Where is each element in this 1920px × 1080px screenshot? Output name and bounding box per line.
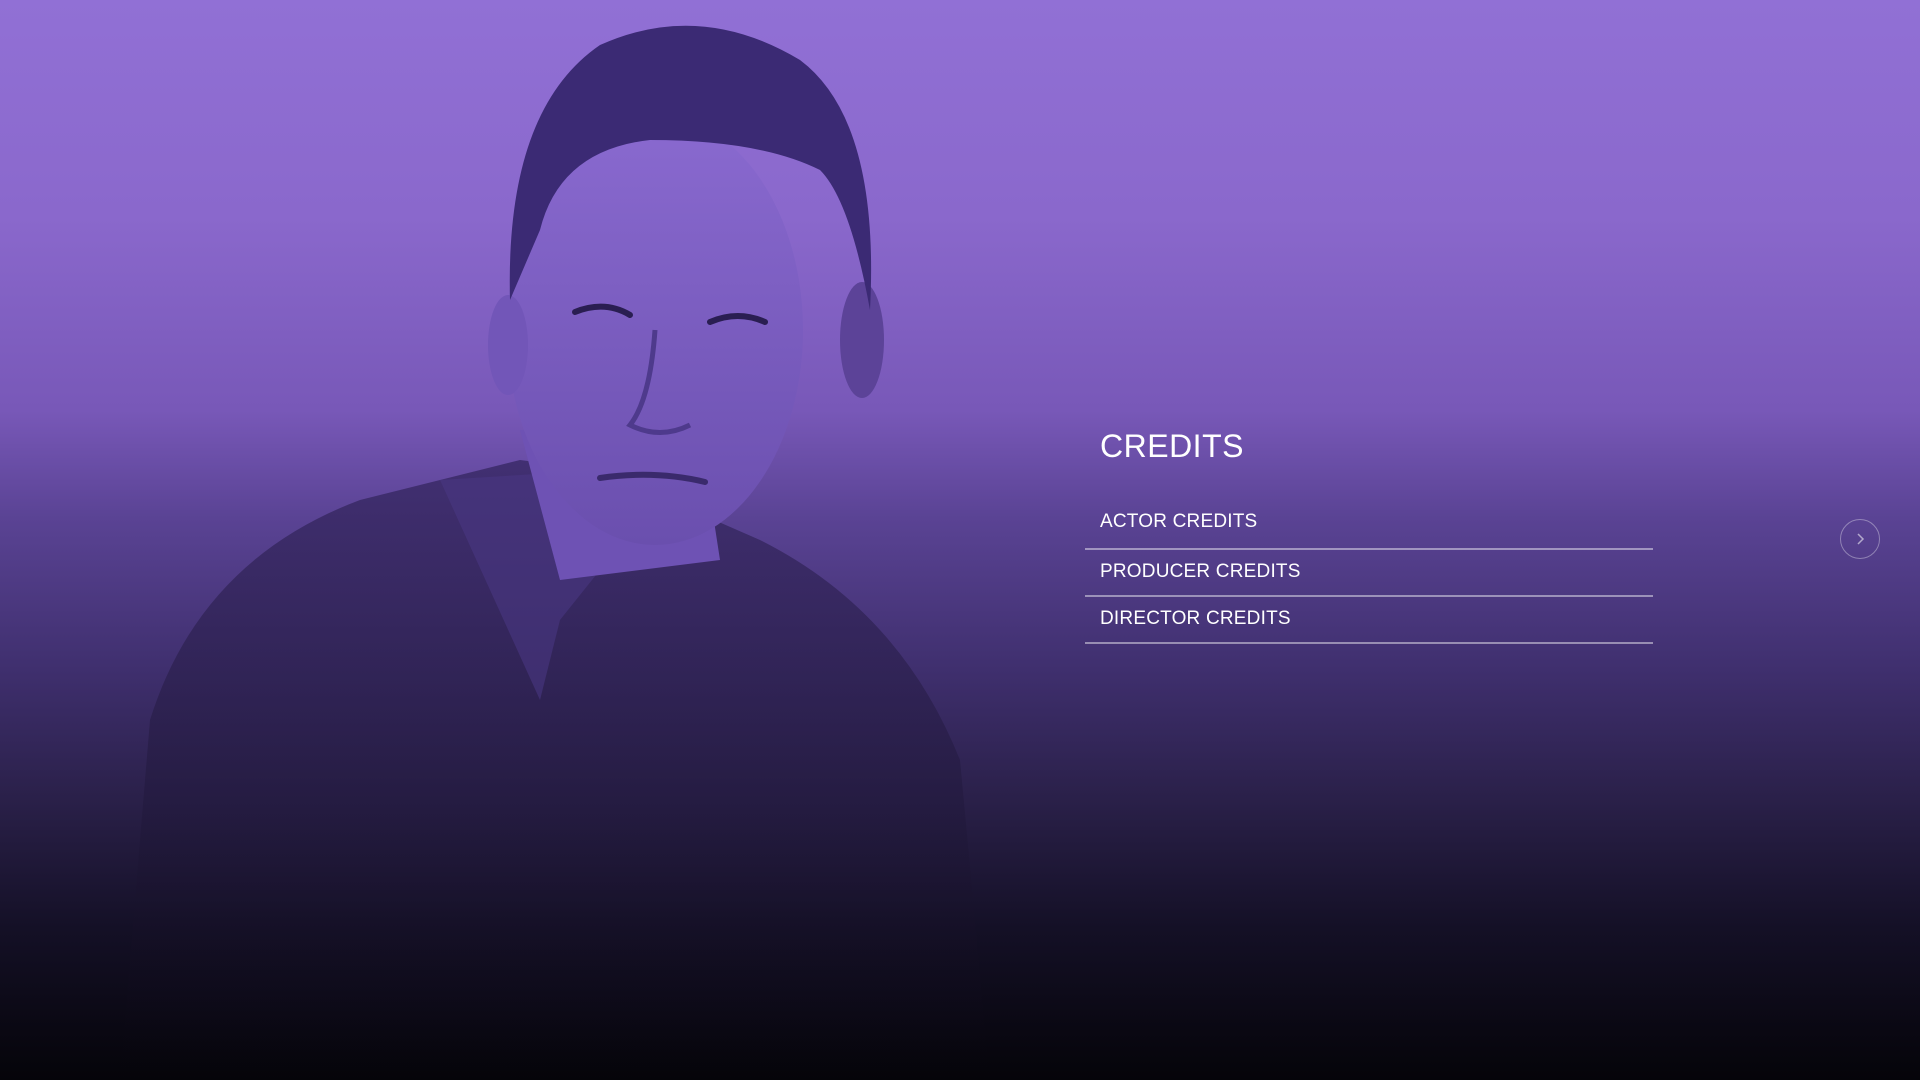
next-button[interactable] xyxy=(1840,519,1880,559)
credits-title: CREDITS xyxy=(1100,428,1244,464)
credits-panel: CREDITS ACTOR CREDITS PRODUCER CREDITS D… xyxy=(1085,428,1653,644)
actor-credits-link[interactable]: ACTOR CREDITS xyxy=(1085,503,1653,550)
chevron-right-icon xyxy=(1857,533,1865,545)
portrait-image xyxy=(0,0,1060,1080)
credits-list: ACTOR CREDITS PRODUCER CREDITS DIRECTOR … xyxy=(1085,503,1653,644)
producer-credits-link[interactable]: PRODUCER CREDITS xyxy=(1085,550,1653,597)
director-credits-link[interactable]: DIRECTOR CREDITS xyxy=(1085,597,1653,644)
